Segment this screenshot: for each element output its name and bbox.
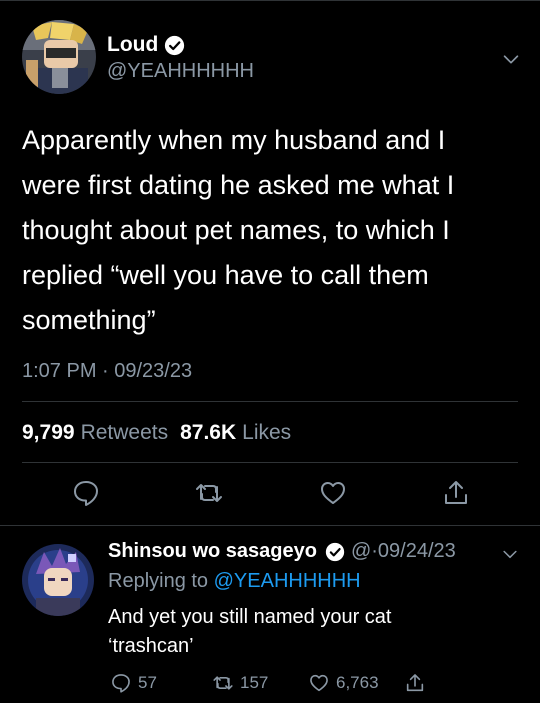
tweet-timestamp[interactable]: 1:07 PM · 09/23/23 [22, 360, 192, 383]
reply-actions: 57 157 6,763 [0, 672, 540, 696]
main-tweet: Loud @YEAHHHHHH Apparently when my husba… [0, 0, 540, 525]
retweets-label[interactable]: Retweets [81, 421, 169, 445]
author-name-row: Loud [107, 33, 185, 57]
divider [22, 462, 518, 463]
reply-retweet-count: 157 [240, 673, 269, 692]
reply-header: Shinsou wo sasageyo @·09/24/23 [108, 540, 456, 563]
retweet-icon[interactable] [194, 478, 224, 508]
share-icon[interactable] [441, 478, 471, 508]
replying-to-mention[interactable]: @YEAHHHHHH [214, 570, 361, 592]
replying-to: Replying to @YEAHHHHHH [108, 570, 361, 593]
heart-icon [310, 674, 328, 692]
divider [22, 401, 518, 402]
retweets-count[interactable]: 9,799 [22, 421, 75, 445]
tweet-actions [0, 478, 540, 510]
chevron-down-icon[interactable] [500, 48, 522, 70]
reply-divider [0, 525, 540, 526]
replying-prefix: Replying to [108, 570, 214, 592]
verified-badge-icon [165, 35, 185, 55]
reply-share-button[interactable] [404, 672, 432, 694]
reply-text: And yet you still named your cat ‘trashc… [108, 606, 392, 657]
verified-badge-icon [325, 542, 345, 561]
reply-like-count: 6,763 [336, 673, 379, 692]
likes-count[interactable]: 87.6K [180, 421, 236, 445]
tweet-stats: 9,799 Retweets 87.6K Likes [22, 421, 303, 445]
share-icon [406, 674, 424, 692]
reply-reply-count: 57 [138, 673, 157, 692]
author-display-name[interactable]: Loud [107, 33, 158, 57]
tweet-text: Apparently when my husband and I were fi… [22, 125, 455, 335]
author-avatar[interactable] [22, 20, 96, 94]
retweet-icon [213, 676, 233, 690]
reply-author-name[interactable]: Shinsou wo sasageyo [108, 540, 317, 563]
heart-icon[interactable] [318, 478, 348, 508]
author-handle[interactable]: @YEAHHHHHH [107, 60, 254, 83]
chevron-down-icon[interactable] [500, 544, 520, 564]
reply-bubble-icon[interactable] [71, 478, 101, 508]
reply-like-button[interactable]: 6,763 [308, 672, 379, 694]
reply-author-avatar[interactable] [22, 544, 94, 616]
reply-reply-button[interactable]: 57 [110, 672, 157, 694]
likes-label[interactable]: Likes [242, 421, 291, 445]
reply-bubble-icon [112, 674, 130, 693]
reply-handle-date[interactable]: @·09/24/23 [351, 540, 456, 563]
reply-retweet-button[interactable]: 157 [212, 672, 268, 694]
